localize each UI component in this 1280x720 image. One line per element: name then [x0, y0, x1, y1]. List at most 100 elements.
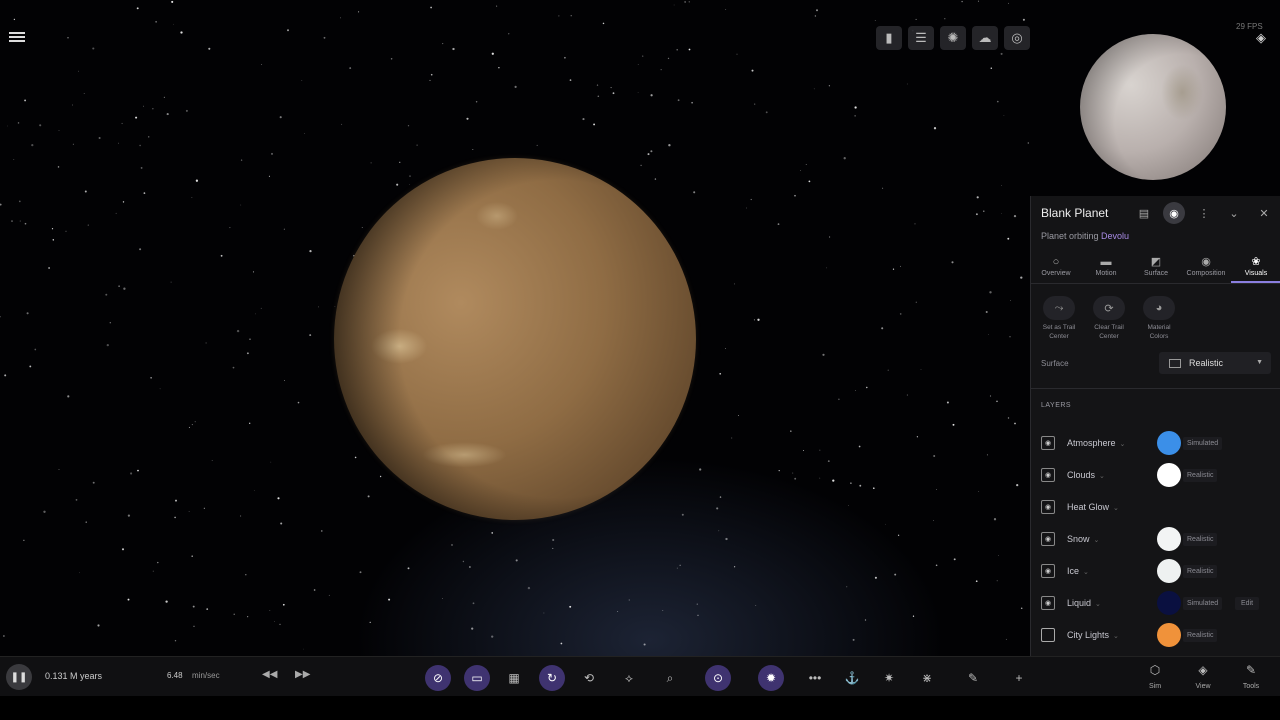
parent-star-link[interactable]: Devolu — [1101, 231, 1129, 241]
eye-icon[interactable]: ◉ — [1041, 532, 1055, 546]
cloud-icon[interactable]: ☁ — [972, 26, 998, 50]
eye-icon[interactable]: ◉ — [1041, 436, 1055, 450]
star — [139, 248, 142, 251]
star — [75, 499, 78, 501]
tab-view[interactable]: ◈ View — [1185, 663, 1221, 690]
planet-main[interactable] — [334, 158, 696, 520]
layer-color-swatch[interactable] — [1157, 559, 1181, 583]
layer-color-swatch[interactable] — [1157, 623, 1181, 647]
search-icon[interactable]: ⌕ — [657, 665, 683, 691]
label-icon[interactable]: ▭ — [464, 665, 490, 691]
chevron-down-icon[interactable]: ⌄ — [1083, 569, 1089, 576]
layer-mode-button[interactable]: Realistic — [1183, 564, 1218, 578]
pause-button[interactable]: ❚❚ — [6, 664, 32, 690]
orbit-icon[interactable]: ◎ — [1004, 26, 1030, 50]
layer-color-swatch[interactable] — [1157, 463, 1181, 487]
wrench-tool-icon[interactable]: ✎ — [960, 665, 986, 691]
dots-icon[interactable]: ••• — [802, 665, 828, 691]
star — [249, 422, 251, 424]
checkbox-icon[interactable] — [1041, 628, 1055, 642]
layer-color-swatch[interactable] — [1157, 527, 1181, 551]
layer-row[interactable]: ◉ Atmosphere ⌄ Simulated — [1041, 431, 1271, 455]
tab-motion[interactable]: ▬ Motion — [1081, 252, 1131, 283]
eye-icon[interactable]: ◉ — [1041, 596, 1055, 610]
star — [174, 516, 176, 519]
star — [676, 567, 678, 569]
layer-color-swatch[interactable] — [1157, 591, 1181, 615]
star — [650, 94, 653, 97]
star — [175, 499, 177, 502]
network-icon[interactable]: ⟡ — [616, 665, 642, 691]
tab-sim[interactable]: ⬡ Sim — [1137, 663, 1173, 690]
more-options-icon[interactable]: ⋮ — [1193, 202, 1215, 224]
speed-up-icon[interactable]: ▶▶ — [295, 669, 310, 680]
sidebar-toggle-icon[interactable]: ▤ — [1133, 202, 1155, 224]
layer-row[interactable]: City Lights ⌄ Realistic — [1041, 623, 1271, 647]
layer-row[interactable]: ◉ Clouds ⌄ Realistic — [1041, 463, 1271, 487]
orbit-lines-icon[interactable]: ↻ — [539, 665, 565, 691]
tab-tools[interactable]: ✎ Tools — [1233, 663, 1269, 690]
chevron-down-icon[interactable]: ⌄ — [1120, 441, 1126, 448]
star — [255, 313, 256, 315]
star — [637, 64, 639, 65]
loop-icon[interactable]: ⟲ — [576, 665, 602, 691]
layer-color-swatch[interactable] — [1157, 431, 1181, 455]
compass-icon[interactable]: ⊘ — [425, 665, 451, 691]
layers-icon[interactable]: ◈ — [1256, 30, 1272, 46]
dust-icon[interactable]: ⋇ — [914, 665, 940, 691]
material-colors-button[interactable]: ◕ Material Colors — [1139, 296, 1179, 341]
star-burst-icon[interactable]: ✹ — [758, 665, 784, 691]
chevron-down-icon[interactable]: ⌄ — [1094, 537, 1100, 544]
star — [269, 610, 271, 612]
tab-surface[interactable]: ◩ Surface — [1131, 252, 1181, 283]
layer-row[interactable]: ◉ Heat Glow ⌄ — [1041, 496, 1271, 518]
sun-icon[interactable]: ✷ — [876, 665, 902, 691]
star — [130, 472, 133, 475]
chevron-down-icon[interactable]: ⌄ — [1113, 505, 1119, 512]
chevron-down-icon[interactable]: ⌄ — [1223, 202, 1245, 224]
star — [1027, 142, 1029, 144]
layer-row[interactable]: ◉ Snow ⌄ Realistic — [1041, 527, 1271, 551]
set-trail-center-button[interactable]: ⤳ Set as Trail Center — [1039, 296, 1079, 341]
layer-mode-button[interactable]: Simulated — [1183, 436, 1223, 450]
star — [1013, 214, 1017, 218]
eye-icon[interactable]: ◉ — [1163, 202, 1185, 224]
clear-trail-center-button[interactable]: ⟳ Clear Trail Center — [1089, 296, 1129, 341]
star — [990, 67, 993, 69]
eye-icon[interactable]: ◉ — [1041, 468, 1055, 482]
object-panel: Blank Planet ▤ ◉ ⋮ ⌄ ✕ Planet orbiting D… — [1030, 196, 1280, 656]
tab-overview[interactable]: ○ Overview — [1031, 252, 1081, 283]
star — [79, 572, 80, 574]
anchor-icon[interactable]: ⚓ — [839, 665, 865, 691]
add-icon[interactable]: + — [1006, 665, 1032, 691]
chevron-down-icon[interactable]: ⌄ — [1099, 473, 1105, 480]
flashlight-icon[interactable]: ▮ — [876, 26, 902, 50]
planet-thumbnail[interactable] — [1080, 34, 1226, 180]
vr-goggles-icon[interactable]: ⊙ — [705, 665, 731, 691]
layer-mode-button[interactable]: Realistic — [1183, 532, 1218, 546]
layer-mode-button[interactable]: Realistic — [1183, 628, 1218, 642]
layer-row[interactable]: ◉ Ice ⌄ Realistic — [1041, 559, 1271, 583]
grid-icon[interactable]: ▦ — [501, 665, 527, 691]
star — [803, 450, 804, 451]
layer-mode-button[interactable]: Simulated — [1183, 596, 1223, 610]
star — [72, 143, 74, 145]
tab-composition[interactable]: ◉ Composition — [1181, 252, 1231, 283]
hamburger-menu-icon[interactable] — [9, 30, 25, 46]
eye-icon[interactable]: ◉ — [1041, 564, 1055, 578]
slow-down-icon[interactable]: ◀◀ — [262, 669, 277, 680]
chevron-down-icon[interactable]: ⌄ — [1113, 633, 1119, 640]
layer-row[interactable]: ◉ Liquid ⌄ Simulated Edit — [1041, 591, 1271, 615]
chevron-down-icon[interactable]: ⌄ — [1095, 601, 1101, 608]
eye-icon[interactable]: ◉ — [1041, 500, 1055, 514]
surface-select[interactable]: Realistic ▼ — [1159, 352, 1271, 374]
star — [819, 477, 821, 479]
atom-icon[interactable]: ✺ — [940, 26, 966, 50]
star — [892, 268, 895, 270]
close-icon[interactable]: ✕ — [1253, 202, 1275, 224]
sliders-icon[interactable]: ☰ — [908, 26, 934, 50]
layer-edit-button[interactable]: Edit — [1235, 596, 1260, 610]
tab-visuals[interactable]: ❀ Visuals — [1231, 252, 1280, 283]
star — [819, 449, 821, 451]
layer-mode-button[interactable]: Realistic — [1183, 468, 1218, 482]
